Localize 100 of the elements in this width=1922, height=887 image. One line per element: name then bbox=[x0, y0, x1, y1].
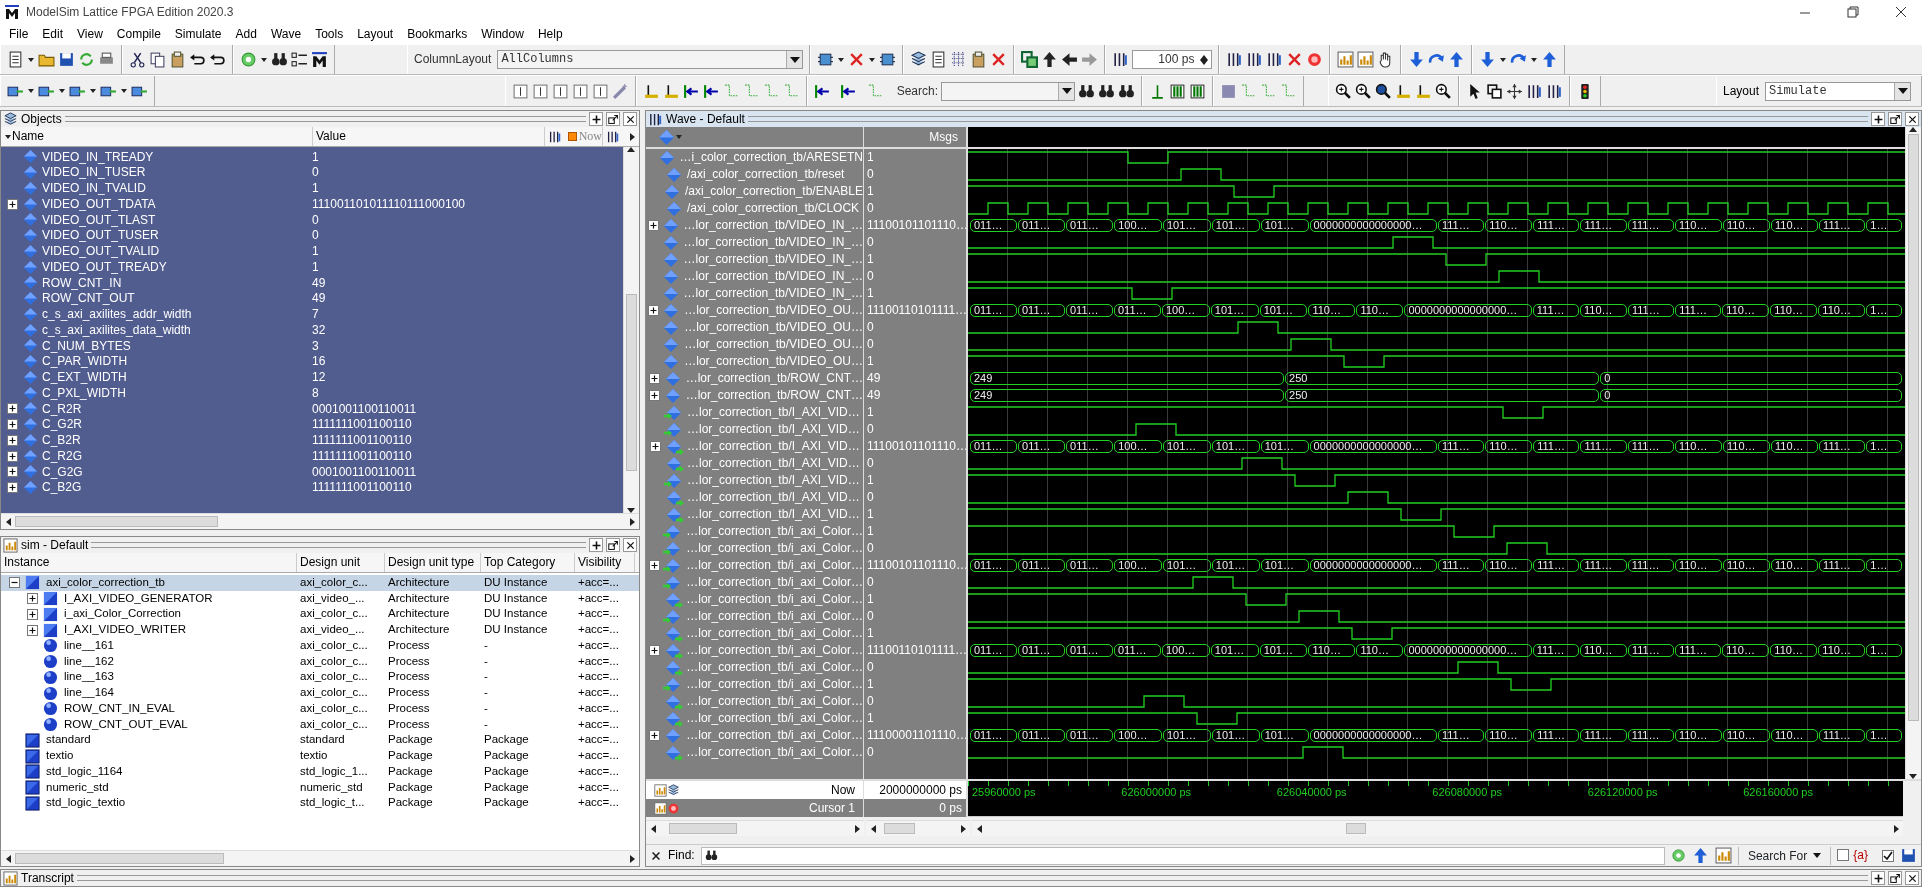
signal-name[interactable]: …lor_correction_tb/VIDEO_IN_… bbox=[683, 252, 863, 267]
caret-icon[interactable] bbox=[27, 87, 35, 95]
binoculars-icon[interactable] bbox=[1118, 82, 1136, 100]
horizontal-scrollbar[interactable] bbox=[1, 850, 639, 866]
step-arrow-icon[interactable] bbox=[840, 82, 858, 100]
caret-icon[interactable] bbox=[1499, 55, 1508, 64]
tree-row[interactable]: line__161 axi_color_c... Process - +acc=... bbox=[1, 638, 639, 654]
tree-row[interactable]: std_logic_textio std_logic_t... Package Package +acc=... bbox=[1, 795, 639, 812]
zoom-icon[interactable] bbox=[1375, 82, 1393, 100]
move-icon[interactable] bbox=[1506, 82, 1524, 100]
zoom-in-icon[interactable] bbox=[1435, 82, 1453, 100]
caret-icon[interactable] bbox=[120, 87, 128, 95]
previous-time-icon[interactable] bbox=[547, 129, 562, 144]
signal-name[interactable]: /axi_color_correction_tb/reset bbox=[687, 167, 845, 182]
signal-name[interactable]: …lor_correction_tb/i_axi_Color… bbox=[686, 626, 863, 641]
expand-toggle[interactable] bbox=[6, 403, 18, 415]
menu-item[interactable]: Window bbox=[474, 26, 531, 42]
signal-name[interactable]: …lor_correction_tb/i_axi_Color… bbox=[686, 524, 863, 539]
tree-row[interactable]: line__164 axi_color_c... Process - +acc=... bbox=[1, 685, 639, 701]
delete-cursor-icon[interactable] bbox=[667, 801, 680, 815]
expand-toggle[interactable] bbox=[6, 466, 18, 478]
tree-row[interactable]: textio textio Package Package +acc=... bbox=[1, 748, 639, 764]
scissors-icon[interactable] bbox=[129, 51, 146, 68]
save-icon[interactable] bbox=[1900, 847, 1917, 864]
time-step-field[interactable]: 100 ps bbox=[1132, 50, 1213, 69]
marker-icon[interactable] bbox=[643, 82, 660, 100]
chip-icon[interactable] bbox=[817, 51, 835, 68]
step-arrow-icon[interactable] bbox=[703, 82, 720, 100]
menu-item[interactable]: Simulate bbox=[167, 26, 229, 42]
signal-name[interactable]: …lor_correction_tb/VIDEO_OU… bbox=[684, 303, 863, 318]
expand-toggle[interactable] bbox=[6, 198, 18, 210]
expand-toggle[interactable] bbox=[6, 434, 18, 446]
list-icon[interactable] bbox=[291, 51, 308, 68]
signal-name[interactable]: …lor_correction_tb/VIDEO_OU… bbox=[684, 337, 863, 352]
signal-name[interactable]: …lor_correction_tb/i_axi_Color… bbox=[686, 592, 863, 607]
menu-item[interactable]: File bbox=[2, 26, 36, 42]
expand-toggle[interactable] bbox=[27, 624, 38, 636]
expand-toggle[interactable] bbox=[648, 390, 660, 401]
bars-icon[interactable] bbox=[1266, 51, 1284, 68]
expand-toggle[interactable] bbox=[6, 450, 18, 462]
bars-icon[interactable] bbox=[1526, 82, 1544, 100]
link-icon[interactable] bbox=[1021, 51, 1039, 68]
close-button[interactable] bbox=[623, 538, 637, 552]
signal-name[interactable]: …lor_correction_tb/i_axi_Color… bbox=[686, 541, 863, 556]
sort-icon[interactable] bbox=[4, 132, 12, 141]
clipboard-icon[interactable] bbox=[169, 51, 186, 68]
close-button[interactable] bbox=[1905, 871, 1919, 885]
stop-icon[interactable] bbox=[1306, 51, 1324, 68]
tree-row[interactable]: line__163 axi_color_c... Process - +acc=... bbox=[1, 669, 639, 686]
marker-icon[interactable] bbox=[1415, 82, 1433, 100]
tree-row[interactable]: numeric_std numeric_std Package Package +acc=... bbox=[1, 779, 639, 796]
expand-toggle[interactable] bbox=[647, 220, 659, 231]
bars-icon[interactable] bbox=[1189, 82, 1207, 100]
close-button[interactable] bbox=[1905, 112, 1919, 126]
tree-row[interactable]: ROW_CNT_OUT_EVAL axi_color_c... Process - +acc=... bbox=[1, 716, 639, 733]
signal-name[interactable]: …lor_correction_tb/VIDEO_IN_… bbox=[683, 269, 863, 284]
signal-name[interactable]: …lor_correction_tb/I_AXI_VID… bbox=[687, 507, 860, 522]
menu-item[interactable]: Edit bbox=[35, 26, 71, 42]
menu-item[interactable]: Help bbox=[530, 26, 570, 42]
menu-item[interactable]: Compile bbox=[109, 26, 168, 42]
expand-toggle[interactable] bbox=[6, 482, 18, 494]
signal-name[interactable]: /axi_color_correction_tb/ENABLE bbox=[684, 184, 863, 199]
menu-item[interactable]: View bbox=[70, 26, 110, 42]
zoom-in-icon[interactable] bbox=[1355, 82, 1373, 100]
signal-name[interactable]: …lor_correction_tb/i_axi_Color… bbox=[686, 677, 863, 692]
signal-name[interactable]: …lor_correction_tb/i_axi_Color… bbox=[686, 643, 863, 658]
marker-icon[interactable] bbox=[1395, 82, 1413, 100]
signal-name[interactable]: …lor_correction_tb/i_axi_Color… bbox=[686, 609, 863, 624]
signal-name[interactable]: …lor_correction_tb/VIDEO_IN_… bbox=[683, 218, 863, 233]
add-pane-button[interactable] bbox=[589, 538, 603, 552]
menu-item[interactable]: Tools bbox=[308, 26, 351, 42]
signal-name[interactable]: …i_color_correction_tb/ARESETN bbox=[679, 150, 863, 165]
close-icon[interactable] bbox=[1894, 5, 1908, 19]
signal-name[interactable]: …lor_correction_tb/I_AXI_VID… bbox=[687, 473, 860, 488]
layout-dropdown[interactable]: Simulate bbox=[1765, 81, 1911, 101]
add-pane-button[interactable] bbox=[589, 112, 603, 126]
signal-name[interactable]: /axi_color_correction_tb/CLOCK bbox=[687, 201, 860, 216]
undock-button[interactable] bbox=[606, 538, 620, 552]
expand-toggle[interactable] bbox=[649, 730, 661, 741]
expand-toggle[interactable] bbox=[649, 560, 661, 571]
stack-icon[interactable] bbox=[667, 783, 680, 797]
signal-name[interactable]: …lor_correction_tb/I_AXI_VID… bbox=[687, 405, 860, 420]
signal-name[interactable]: …lor_correction_tb/i_axi_Color… bbox=[686, 694, 863, 709]
undock-button[interactable] bbox=[1888, 112, 1902, 126]
lock-icon[interactable] bbox=[654, 801, 667, 815]
caret-icon[interactable] bbox=[1530, 55, 1539, 64]
tree-row[interactable]: std_logic_1164 std_logic_1... Package Package +acc=... bbox=[1, 764, 639, 780]
marker-icon[interactable] bbox=[663, 82, 680, 100]
next-time-icon[interactable] bbox=[606, 129, 620, 144]
column-header[interactable]: Top Category bbox=[481, 553, 575, 572]
letter-icon[interactable] bbox=[592, 82, 609, 100]
signal-name[interactable]: …lor_correction_tb/i_axi_Color… bbox=[686, 558, 863, 573]
boxes-icon[interactable] bbox=[1486, 82, 1504, 100]
tree-row[interactable]: i_axi_Color_Correction axi_color_c... Architecture DU Instance +acc=... bbox=[1, 606, 639, 623]
letter-icon[interactable] bbox=[532, 82, 549, 100]
arrow-left-icon[interactable] bbox=[1061, 51, 1079, 68]
add-pane-button[interactable] bbox=[1871, 871, 1885, 885]
signal-name[interactable]: …lor_correction_tb/I_AXI_VID… bbox=[687, 490, 860, 505]
signal-name[interactable]: …lor_correction_tb/I_AXI_VID… bbox=[687, 422, 860, 437]
horizontal-scrollbar[interactable] bbox=[1, 513, 639, 529]
